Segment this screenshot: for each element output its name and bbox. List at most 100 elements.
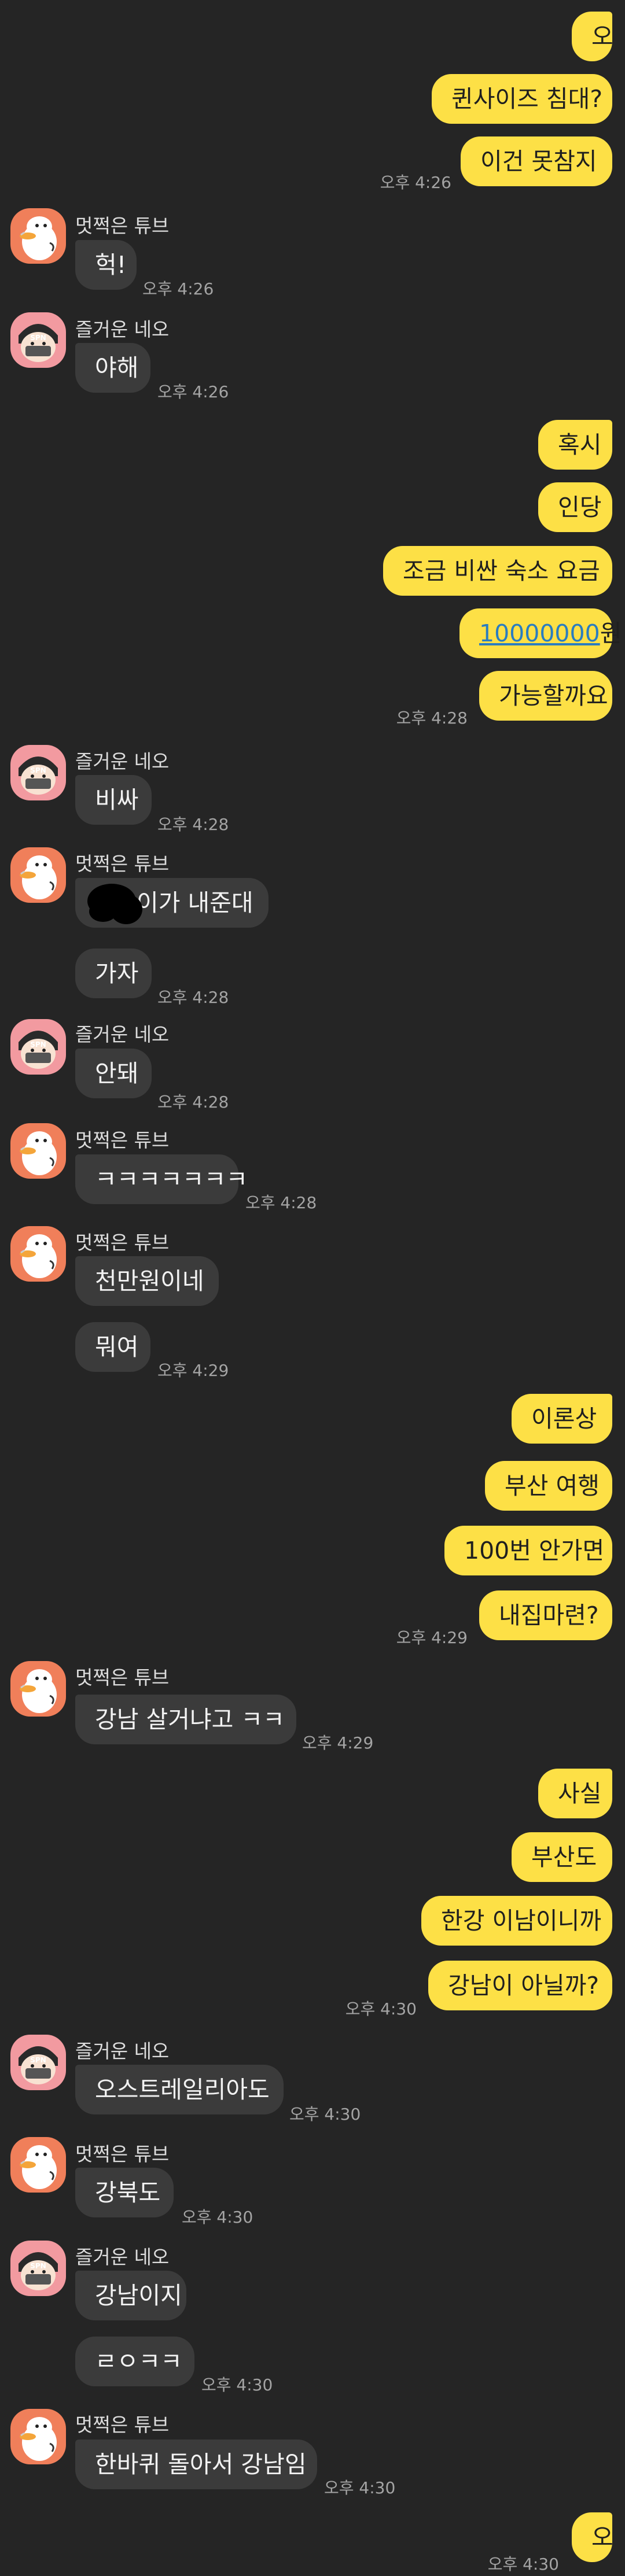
message-text: ㅋㅋㅋㅋㅋㅋㅋ xyxy=(95,1165,248,1193)
message-timestamp: 오후 4:28 xyxy=(396,708,468,728)
message-text: 강남이 아닐까? xyxy=(448,1972,600,1999)
message-bubble[interactable]: 조금 비싼 숙소 요금 xyxy=(383,546,612,596)
message-bubble[interactable]: 인당 xyxy=(538,482,612,532)
sender-name: 즐거운 네오 xyxy=(75,2040,170,2062)
message-bubble[interactable]: 한바퀴 돌아서 강남임 xyxy=(75,2440,317,2489)
message-text: ㄹㅇㅋㅋ xyxy=(95,2348,182,2375)
message-bubble[interactable]: 100번 안가면 xyxy=(444,1526,612,1575)
message-bubble[interactable]: 헉! xyxy=(75,240,137,290)
message-bubble[interactable]: 비싸 xyxy=(75,775,152,825)
message-bubble[interactable]: 사실 xyxy=(538,1769,612,1818)
tube-duck-avatar-icon[interactable] xyxy=(10,2409,66,2464)
message-bubble[interactable]: 한강 이남이니까 xyxy=(421,1896,612,1946)
message-timestamp: 오후 4:28 xyxy=(157,815,229,834)
message-timestamp: 오후 4:28 xyxy=(157,988,229,1007)
tube-duck-avatar-icon[interactable] xyxy=(10,1661,66,1717)
message-timestamp: 오후 4:30 xyxy=(324,2478,396,2497)
message-text: 가능할까요 xyxy=(499,682,608,710)
message-bubble[interactable]: ㄹㅇㅋㅋ xyxy=(75,2337,194,2386)
svg-text:SPN: SPN xyxy=(30,766,46,774)
sender-name: 멋쩍은 튜브 xyxy=(75,2143,170,2165)
message-bubble[interactable]: 내집마련? xyxy=(479,1590,612,1640)
message-bubble[interactable]: 가능할까요 xyxy=(479,671,612,721)
sender-name: 즐거운 네오 xyxy=(75,318,170,341)
message-bubble[interactable]: 가자 xyxy=(75,949,152,998)
tube-duck-avatar-icon[interactable] xyxy=(10,208,66,264)
message-bubble[interactable]: 부산도 xyxy=(512,1832,612,1882)
message-text: 내집마련? xyxy=(499,1601,599,1629)
message-text: 한강 이남이니까 xyxy=(441,1907,602,1935)
message-text: 부산 여행 xyxy=(505,1472,600,1500)
neo-avatar-icon[interactable]: SPN xyxy=(10,312,66,368)
message-bubble[interactable]: 오 xyxy=(572,2512,613,2562)
message-text: 이론상 xyxy=(531,1405,597,1433)
message-bubble[interactable]: 천만원이네 xyxy=(75,1256,219,1306)
message-text: 조금 비싼 숙소 요금 xyxy=(403,557,600,585)
message-timestamp: 오후 4:29 xyxy=(396,1628,468,1647)
svg-text:SPN: SPN xyxy=(30,2056,46,2064)
message-bubble[interactable]: 이론상 xyxy=(512,1394,612,1444)
message-bubble[interactable]: 퀸사이즈 침대? xyxy=(432,74,612,124)
svg-text:SPN: SPN xyxy=(30,2262,46,2270)
sender-name: 멋쩍은 튜브 xyxy=(75,1129,170,1152)
message-bubble[interactable]: 안돼 xyxy=(75,1049,152,1098)
sender-name: 멋쩍은 튜브 xyxy=(75,215,170,237)
message-timestamp: 오후 4:28 xyxy=(157,1093,229,1112)
sender-name: 즐거운 네오 xyxy=(75,2246,170,2268)
sender-name: 멋쩍은 튜브 xyxy=(75,2413,170,2436)
message-text: 사실 xyxy=(558,1780,602,1807)
message-text: 비싸 xyxy=(95,786,139,814)
message-bubble[interactable]: 강북도 xyxy=(75,2168,174,2217)
message-timestamp: 오후 4:26 xyxy=(142,279,214,298)
tube-duck-avatar-icon[interactable] xyxy=(10,847,66,903)
message-timestamp: 오후 4:28 xyxy=(245,1193,317,1212)
neo-avatar-icon[interactable]: SPN xyxy=(10,2035,66,2090)
message-bubble[interactable]: 혹시 xyxy=(538,420,612,470)
message-text: 이건 못참지 xyxy=(480,147,597,175)
message-text: 한바퀴 돌아서 강남임 xyxy=(95,2450,307,2478)
message-bubble[interactable]: ㅋㅋㅋㅋㅋㅋㅋ xyxy=(75,1154,248,1204)
message-text: 오스트레일리아도 xyxy=(95,2076,270,2103)
message-text: 오 xyxy=(591,23,613,50)
message-timestamp: 오후 4:30 xyxy=(345,1999,417,2018)
message-timestamp: 오후 4:29 xyxy=(302,1733,374,1752)
message-bubble[interactable]: 뭐여 xyxy=(75,1322,150,1372)
message-bubble[interactable]: 부산 여행 xyxy=(485,1461,612,1511)
sender-name: 즐거운 네오 xyxy=(75,1023,170,1046)
message-timestamp: 오후 4:30 xyxy=(487,2555,559,2574)
message-timestamp: 오후 4:26 xyxy=(380,173,451,192)
message-text: 천만원이네 xyxy=(95,1267,204,1295)
sender-name: 멋쩍은 튜브 xyxy=(75,1231,170,1254)
tube-duck-avatar-icon[interactable] xyxy=(10,2137,66,2193)
message-timestamp: 오후 4:30 xyxy=(289,2105,361,2124)
message-bubble[interactable]: 강남 살거냐고 ㅋㅋ xyxy=(75,1695,296,1744)
redaction-blot xyxy=(80,873,155,937)
message-bubble[interactable]: 10000000원 xyxy=(459,608,622,658)
message-text: 가자 xyxy=(95,959,139,987)
message-bubble[interactable]: 야해 xyxy=(75,343,150,393)
tube-duck-avatar-icon[interactable] xyxy=(10,1226,66,1282)
message-text: 강남 살거냐고 ㅋㅋ xyxy=(95,1706,285,1733)
message-timestamp: 오후 4:30 xyxy=(182,2208,253,2227)
message-bubble[interactable]: 이건 못참지 xyxy=(461,136,612,186)
message-text: 퀸사이즈 침대? xyxy=(451,85,603,113)
neo-avatar-icon[interactable]: SPN xyxy=(10,1019,66,1075)
message-text: 헉! xyxy=(95,251,127,279)
tube-duck-avatar-icon[interactable] xyxy=(10,1123,66,1179)
sender-name: 멋쩍은 튜브 xyxy=(75,852,170,875)
message-bubble[interactable]: 강남이 아닐까? xyxy=(428,1961,612,2010)
chat-message-list[interactable]: 오 퀸사이즈 침대? 이건 못참지 오후 4:26 멋쩍은 튜브 헉! 오후 4:26 SPN… xyxy=(0,0,625,2576)
message-bubble[interactable]: 오스트레일리아도 xyxy=(75,2065,284,2114)
message-bubble[interactable]: 강남이지 xyxy=(75,2271,186,2320)
neo-avatar-icon[interactable]: SPN xyxy=(10,2241,66,2296)
message-text: 100번 안가면 xyxy=(464,1537,605,1564)
svg-text:SPN: SPN xyxy=(30,1040,46,1049)
message-text: 야해 xyxy=(95,354,139,382)
neo-avatar-icon[interactable]: SPN xyxy=(10,745,66,800)
sender-name: 즐거운 네오 xyxy=(75,750,170,773)
message-text: 강북도 xyxy=(95,2179,161,2206)
message-link[interactable]: 10000000 xyxy=(479,619,600,647)
message-text: 오 xyxy=(591,2523,613,2551)
message-timestamp: 오후 4:29 xyxy=(157,1361,229,1380)
message-bubble[interactable]: 오 xyxy=(572,12,613,61)
